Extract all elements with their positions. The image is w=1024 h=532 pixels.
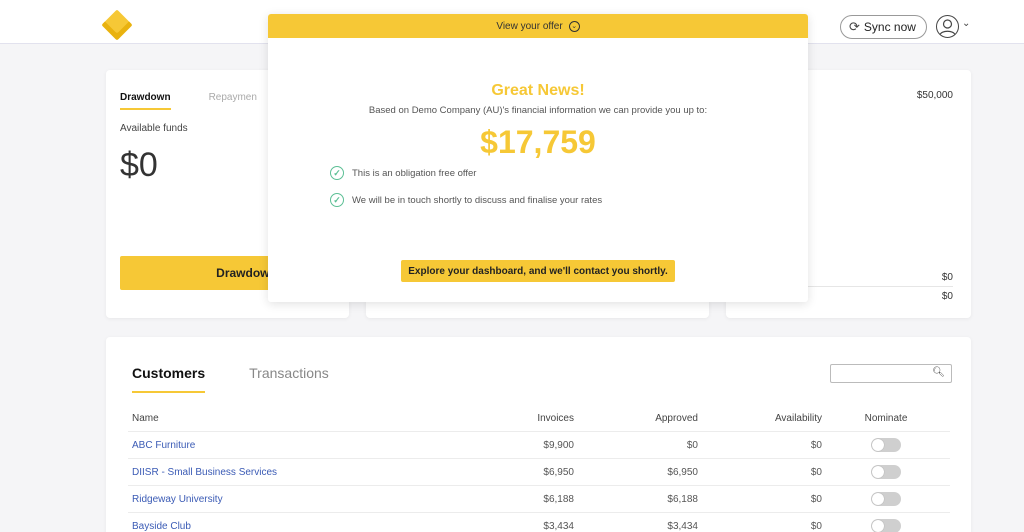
column-header-availability[interactable]: Availability <box>698 413 822 424</box>
limit-row-value-2: $0 <box>941 291 953 302</box>
search-input[interactable]: 🔍︎ <box>830 364 952 383</box>
availability-cell: $0 <box>810 520 822 532</box>
tab-transactions[interactable]: Transactions <box>249 365 329 381</box>
nominate-toggle[interactable] <box>871 465 901 479</box>
tab-drawdown[interactable]: Drawdown <box>120 92 171 110</box>
offer-benefit-text: This is an obligation free offer <box>352 167 477 179</box>
column-header-nominate[interactable]: Nominate <box>822 413 950 424</box>
check-circle-icon: ✓ <box>330 193 344 207</box>
customers-table: Name Invoices Approved Availability Nomi… <box>128 405 950 532</box>
chevron-down-icon[interactable]: ⌄ <box>962 18 970 29</box>
customers-card: Customers Transactions 🔍︎ Name Invoices … <box>106 337 971 532</box>
customer-name-link[interactable]: ABC Furniture <box>128 440 468 451</box>
column-header-invoices[interactable]: Invoices <box>468 413 574 424</box>
tab-customers[interactable]: Customers <box>132 365 206 393</box>
nominate-cell <box>822 519 950 532</box>
nominate-cell <box>822 438 950 452</box>
sync-now-button[interactable]: ⟳ Sync now <box>840 15 927 39</box>
invoices-cell: $6,188 <box>543 493 574 505</box>
invoices-cell: $9,900 <box>543 439 574 451</box>
invoices-cell: $3,434 <box>543 520 574 532</box>
available-funds-value: $0 <box>120 146 158 184</box>
nominate-cell <box>822 492 950 506</box>
approved-cell: $6,188 <box>667 493 698 505</box>
view-offer-label: View your offer <box>496 20 563 32</box>
customer-name-link[interactable]: Bayside Club <box>128 521 468 532</box>
approved-cell: $6,950 <box>667 466 698 478</box>
customer-name-link[interactable]: Ridgeway University <box>128 494 468 505</box>
column-header-name[interactable]: Name <box>128 413 468 424</box>
nominate-toggle[interactable] <box>871 438 901 452</box>
limit-row-value-1: $0 <box>941 272 953 283</box>
table-row: DIISR - Small Business Services $6,950 $… <box>128 459 950 486</box>
table-row: ABC Furniture $9,900 $0 $0 <box>128 432 950 459</box>
availability-cell: $0 <box>810 439 822 451</box>
approved-cell: $0 <box>686 439 698 451</box>
tab-repayments[interactable]: Repaymen <box>209 92 257 110</box>
offer-benefit-item: ✓ We will be in touch shortly to discuss… <box>330 193 602 207</box>
invoices-cell: $6,950 <box>543 466 574 478</box>
available-funds-label: Available funds <box>120 123 188 134</box>
search-icon[interactable]: 🔍︎ <box>932 367 945 378</box>
table-row: Ridgeway University $6,188 $6,188 $0 <box>128 486 950 513</box>
offer-modal: View your offer ⌄ Great News! Based on D… <box>268 14 808 302</box>
nominate-toggle[interactable] <box>871 519 901 532</box>
approved-cell: $3,434 <box>667 520 698 532</box>
nominate-cell <box>822 465 950 479</box>
modal-title: Great News! <box>491 82 585 99</box>
offer-benefit-text: We will be in touch shortly to discuss a… <box>352 194 603 206</box>
table-row: Bayside Club $3,434 $3,434 $0 <box>128 513 950 532</box>
modal-subtitle: Based on Demo Company (AU)'s financial i… <box>368 105 708 116</box>
customer-name-link[interactable]: DIISR - Small Business Services <box>128 467 468 478</box>
sync-icon: ⟳ <box>849 19 860 34</box>
availability-cell: $0 <box>810 493 822 505</box>
explore-dashboard-button[interactable]: Explore your dashboard, and we'll contac… <box>401 260 675 282</box>
sync-now-label: Sync now <box>863 20 916 34</box>
offer-amount: $17,759 <box>480 124 596 160</box>
availability-cell: $0 <box>810 466 822 478</box>
user-avatar-icon[interactable] <box>936 15 959 38</box>
offer-benefit-item: ✓ This is an obligation free offer <box>330 166 476 180</box>
chevron-down-circle-icon[interactable]: ⌄ <box>568 20 580 32</box>
view-offer-bar[interactable]: View your offer ⌄ <box>268 14 808 38</box>
check-circle-icon: ✓ <box>330 166 344 180</box>
table-header-row: Name Invoices Approved Availability Nomi… <box>128 405 950 432</box>
nominate-toggle[interactable] <box>871 492 901 506</box>
limit-value: $50,000 <box>916 90 953 101</box>
brand-logo-icon[interactable] <box>101 9 133 41</box>
column-header-approved[interactable]: Approved <box>574 413 698 424</box>
